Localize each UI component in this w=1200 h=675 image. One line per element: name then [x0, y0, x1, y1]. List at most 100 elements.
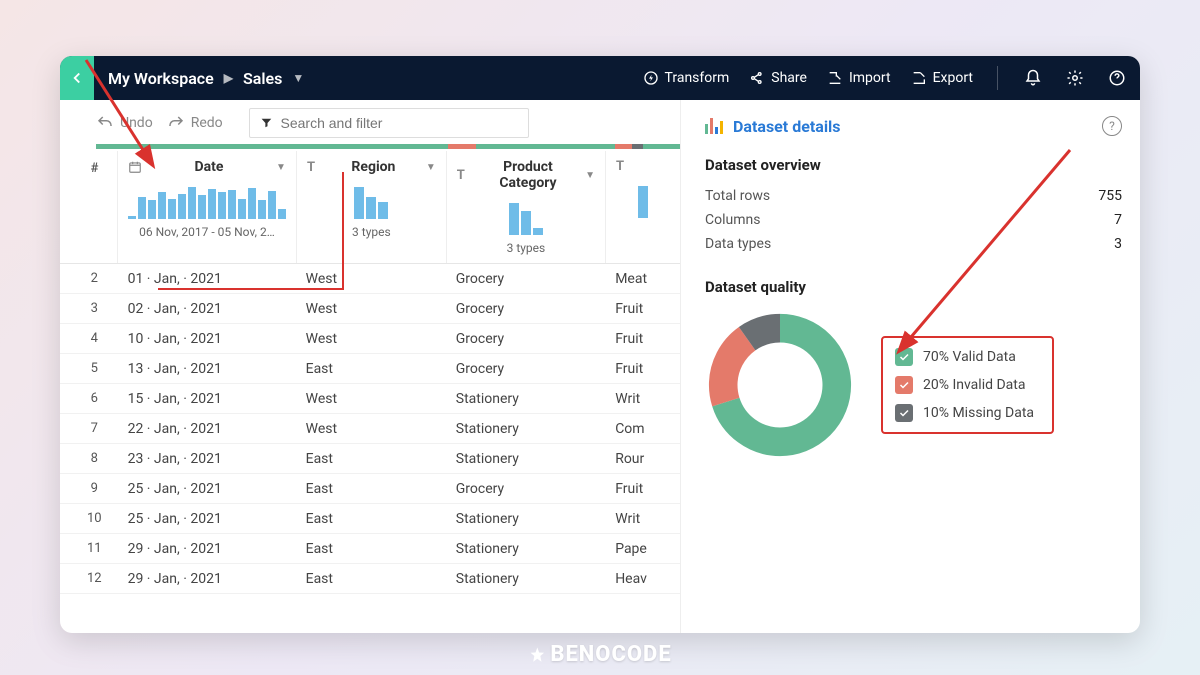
check-icon	[895, 348, 913, 366]
text-type-icon: T	[457, 168, 471, 183]
transform-button[interactable]: Transform	[643, 70, 730, 86]
next-histogram	[616, 184, 670, 218]
cell-next: Meat	[604, 271, 680, 287]
cell-next: Writ	[604, 391, 680, 407]
arrow-left-icon	[68, 69, 86, 87]
app-frame: My Workspace ▶ Sales ▼ Transform Share I…	[60, 56, 1140, 633]
column-region-summary: 3 types	[297, 225, 446, 247]
cell-next: Rour	[604, 451, 680, 467]
chevron-down-icon[interactable]: ▼	[585, 170, 595, 181]
check-icon	[895, 376, 913, 394]
export-icon	[911, 70, 927, 86]
cell-region: East	[295, 451, 445, 467]
breadcrumb-dataset[interactable]: Sales	[243, 69, 282, 88]
table-row[interactable]: 302 · Jan, · 2021WestGroceryFruit	[60, 294, 680, 324]
text-type-icon: T	[307, 160, 321, 175]
table-row[interactable]: 410 · Jan, · 2021WestGroceryFruit	[60, 324, 680, 354]
topbar: My Workspace ▶ Sales ▼ Transform Share I…	[60, 56, 1140, 100]
bell-icon	[1024, 69, 1042, 87]
cell-region: West	[295, 271, 445, 287]
table-row[interactable]: 615 · Jan, · 2021WestStationeryWrit	[60, 384, 680, 414]
table-row[interactable]: 1025 · Jan, · 2021EastStationeryWrit	[60, 504, 680, 534]
column-date-label: Date	[148, 159, 270, 175]
table-row[interactable]: 722 · Jan, · 2021WestStationeryCom	[60, 414, 680, 444]
cell-category: Grocery	[445, 481, 604, 497]
column-region[interactable]: T Region ▼ 3 types	[296, 151, 446, 263]
cell-date: 10 · Jan, · 2021	[117, 331, 295, 347]
data-grid-pane: Undo Redo #	[60, 100, 680, 633]
column-date[interactable]: Date ▼	[117, 151, 296, 263]
breadcrumb-workspace[interactable]: My Workspace	[108, 69, 214, 88]
table-row[interactable]: 1129 · Jan, · 2021EastStationeryPape	[60, 534, 680, 564]
cell-date: 15 · Jan, · 2021	[117, 391, 295, 407]
table-row[interactable]: 513 · Jan, · 2021EastGroceryFruit	[60, 354, 680, 384]
column-category[interactable]: T Product Category ▼ 3 types	[446, 151, 605, 263]
chevron-right-icon: ▶	[224, 71, 233, 85]
notifications-button[interactable]	[1022, 67, 1044, 89]
column-date-range: 06 Nov, 2017 - 05 Nov, 2…	[118, 225, 296, 247]
help-button[interactable]	[1106, 67, 1128, 89]
dataset-details-panel: Dataset details ? Dataset overview Total…	[680, 100, 1140, 633]
cell-category: Stationery	[445, 391, 604, 407]
undo-icon	[96, 114, 114, 132]
cell-next: Writ	[604, 511, 680, 527]
column-category-label: Product Category	[477, 159, 579, 191]
cell-region: East	[295, 571, 445, 587]
grid-toolbar: Undo Redo	[60, 100, 680, 144]
table-row[interactable]: 201 · Jan, · 2021WestGroceryMeat	[60, 264, 680, 294]
undo-button[interactable]: Undo	[96, 114, 153, 132]
cell-date: 13 · Jan, · 2021	[117, 361, 295, 377]
panel-help-button[interactable]: ?	[1102, 116, 1122, 136]
separator	[997, 66, 998, 90]
import-button[interactable]: Import	[827, 70, 891, 86]
chevron-down-icon[interactable]: ▼	[276, 162, 286, 173]
share-button[interactable]: Share	[749, 70, 807, 86]
grid-body[interactable]: 201 · Jan, · 2021WestGroceryMeat302 · Ja…	[60, 264, 680, 594]
region-histogram	[307, 185, 436, 219]
table-row[interactable]: 925 · Jan, · 2021EastGroceryFruit	[60, 474, 680, 504]
cell-next: Com	[604, 421, 680, 437]
cell-category: Stationery	[445, 541, 604, 557]
overview-datatypes: Data types 3	[705, 232, 1122, 256]
cell-next: Fruit	[604, 301, 680, 317]
cell-next: Heav	[604, 571, 680, 587]
settings-button[interactable]	[1064, 67, 1086, 89]
cell-region: West	[295, 391, 445, 407]
date-histogram	[128, 185, 286, 219]
export-button[interactable]: Export	[911, 70, 973, 86]
share-icon	[749, 70, 765, 86]
cell-region: West	[295, 421, 445, 437]
column-category-summary: 3 types	[447, 241, 605, 263]
overview-columns: Columns 7	[705, 208, 1122, 232]
cell-category: Grocery	[445, 331, 604, 347]
cell-next: Fruit	[604, 331, 680, 347]
chevron-down-icon[interactable]: ▼	[292, 71, 304, 85]
column-next[interactable]: T	[605, 151, 680, 263]
chevron-down-icon[interactable]: ▼	[426, 162, 436, 173]
check-icon	[895, 404, 913, 422]
cell-date: 23 · Jan, · 2021	[117, 451, 295, 467]
table-row[interactable]: 1229 · Jan, · 2021EastStationeryHeav	[60, 564, 680, 594]
cell-next: Fruit	[604, 361, 680, 377]
search-box[interactable]	[249, 108, 529, 138]
table-row[interactable]: 823 · Jan, · 2021EastStationeryRour	[60, 444, 680, 474]
cell-category: Stationery	[445, 451, 604, 467]
cell-category: Grocery	[445, 361, 604, 377]
bolt-icon	[643, 70, 659, 86]
cell-region: East	[295, 511, 445, 527]
back-button[interactable]	[60, 56, 94, 100]
cell-date: 25 · Jan, · 2021	[117, 511, 295, 527]
cell-region: East	[295, 481, 445, 497]
redo-button[interactable]: Redo	[167, 114, 223, 132]
category-histogram	[457, 201, 595, 235]
cell-region: West	[295, 331, 445, 347]
legend-missing: 10% Missing Data	[895, 404, 1034, 422]
cell-date: 22 · Jan, · 2021	[117, 421, 295, 437]
search-input[interactable]	[281, 115, 518, 131]
question-icon	[1108, 69, 1126, 87]
cell-category: Grocery	[445, 271, 604, 287]
legend-invalid: 20% Invalid Data	[895, 376, 1034, 394]
redo-icon	[167, 114, 185, 132]
topbar-actions: Transform Share Import Export	[643, 66, 1128, 90]
cell-date: 29 · Jan, · 2021	[117, 541, 295, 557]
